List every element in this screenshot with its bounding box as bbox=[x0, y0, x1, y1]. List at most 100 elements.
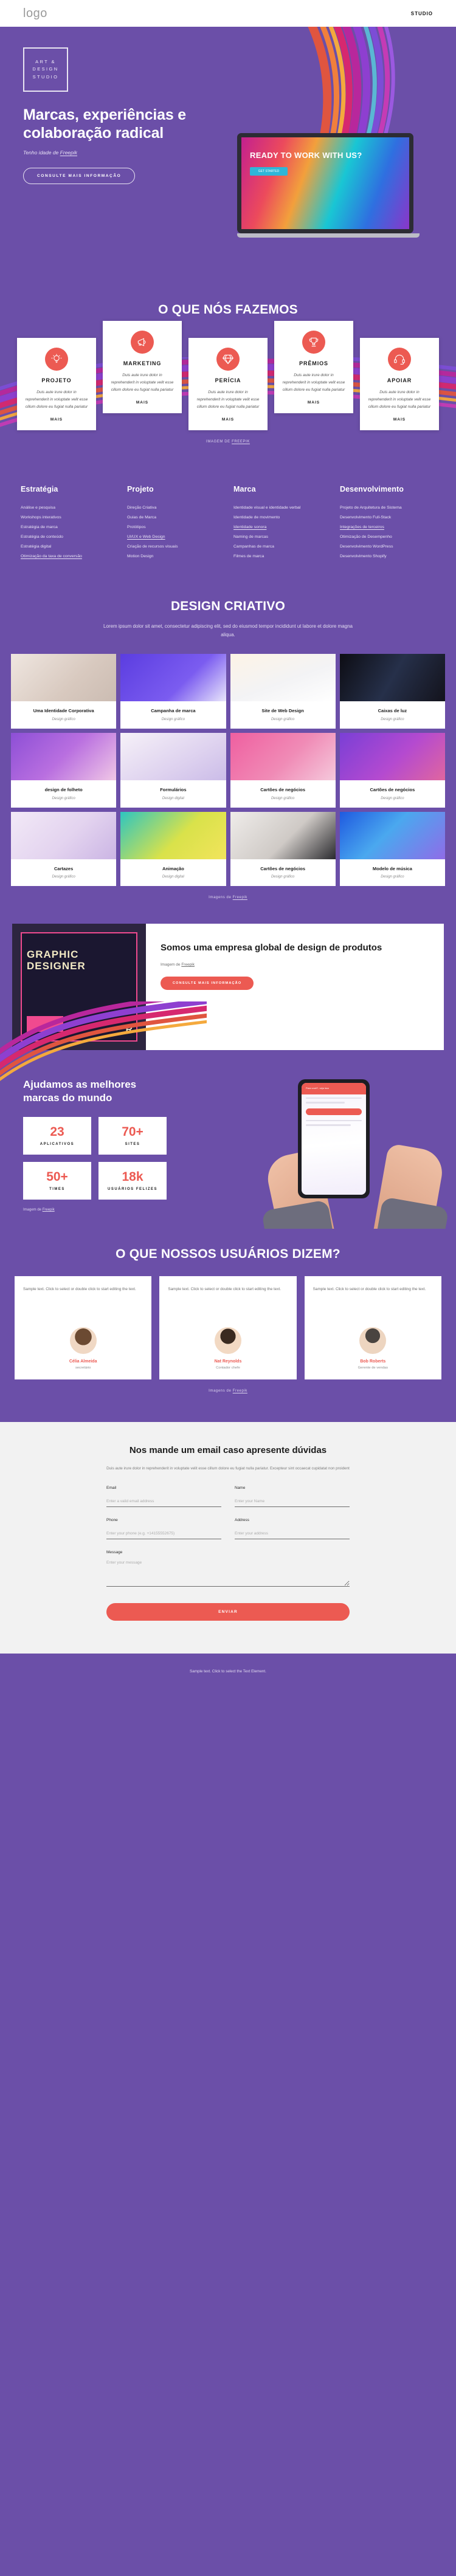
testimonial-card: Sample text. Click to select or double c… bbox=[159, 1276, 297, 1379]
about-cta-button[interactable]: CONSULTE MAIS INFORMAÇÃO bbox=[161, 977, 254, 991]
list-item[interactable]: Identidade de movimento bbox=[233, 513, 329, 523]
list-item[interactable]: Otimização da taxa de conversão bbox=[21, 552, 116, 562]
testimonial-text: Sample text. Click to select or double c… bbox=[23, 1286, 136, 1291]
service-more-link[interactable]: MAIS bbox=[196, 417, 260, 422]
portfolio-item[interactable]: Modelo de música Design gráfico bbox=[339, 811, 445, 887]
list-item[interactable]: Criação de recursos visuais bbox=[127, 542, 223, 552]
list-item[interactable]: Otimização de Desempenho bbox=[340, 532, 435, 542]
testimonials-credit-link[interactable]: Freepik bbox=[233, 1389, 247, 1393]
list-item[interactable]: Guias de Marca bbox=[127, 513, 223, 523]
testimonials-title: O QUE NOSSOS USUÁRIOS DIZEM? bbox=[116, 1246, 340, 1261]
portfolio-credit-link[interactable]: Freepik bbox=[233, 896, 247, 899]
portfolio-subtitle: Lorem ipsum dolor sit amet, consectetur … bbox=[103, 623, 353, 637]
list-item[interactable]: Desenvolvimento Shopify bbox=[340, 552, 435, 562]
list-item[interactable]: Identidade sonora bbox=[233, 523, 329, 532]
list-item[interactable]: Integrações de terceiros bbox=[340, 523, 435, 532]
list-item[interactable]: Identidade visual e identidade verbal bbox=[233, 503, 329, 513]
list-item[interactable]: Motion Design bbox=[127, 552, 223, 562]
email-input[interactable] bbox=[106, 1497, 221, 1507]
portfolio-item-title: Uma Identidade Corporativa bbox=[33, 707, 94, 713]
portfolio-item-title: Cartões de negócios bbox=[260, 865, 306, 871]
list-item[interactable]: Projeto de Arquitetura de Sistema bbox=[340, 503, 435, 513]
message-textarea[interactable] bbox=[106, 1558, 350, 1587]
portfolio-item-subtitle: Design gráfico bbox=[271, 717, 295, 721]
stats-credit-link[interactable]: Freepik bbox=[43, 1208, 55, 1212]
list-item[interactable]: Filmes de marca bbox=[233, 552, 329, 562]
column-heading: Desenvolvimento bbox=[340, 485, 404, 494]
portfolio-item[interactable]: design de folheto Design gráfico bbox=[11, 732, 117, 808]
portfolio-thumbnail bbox=[120, 653, 226, 701]
capability-list: Direção Criativa Guias de Marca Protótip… bbox=[127, 503, 223, 562]
phone-action-button[interactable] bbox=[306, 1108, 362, 1115]
service-more-link[interactable]: MAIS bbox=[111, 400, 174, 405]
portfolio-item[interactable]: Cartões de negócios Design gráfico bbox=[230, 811, 336, 887]
badge-line-2: DESIGN bbox=[32, 66, 59, 72]
about-credit-prefix: Imagem de bbox=[161, 963, 182, 967]
portfolio-item[interactable]: Animação Design digital bbox=[120, 811, 226, 887]
list-item[interactable]: Campanhas de marca bbox=[233, 542, 329, 552]
portfolio-item-subtitle: Design digital bbox=[162, 796, 184, 800]
laptop-screen: READY TO WORK WITH US? GET STARTED bbox=[237, 133, 413, 233]
service-card[interactable]: PERÍCIA Duis aute irure dolor in reprehe… bbox=[188, 338, 268, 431]
phone-field-group: Phone bbox=[106, 1518, 221, 1539]
laptop-cta-button[interactable]: GET STARTED bbox=[250, 167, 288, 176]
hero-credit-prefix: Tenho idade de bbox=[23, 149, 60, 156]
portfolio-item[interactable]: Cartazes Design gráfico bbox=[11, 811, 117, 887]
portfolio-grid: Uma Identidade Corporativa Design gráfico… bbox=[0, 653, 456, 887]
service-more-link[interactable]: MAIS bbox=[282, 400, 345, 405]
list-item[interactable]: Desenvolvimento WordPress bbox=[340, 542, 435, 552]
portfolio-item[interactable]: Caixas de luz Design gráfico bbox=[339, 653, 445, 729]
portfolio-section: DESIGN CRIATIVO Lorem ipsum dolor sit am… bbox=[0, 583, 456, 906]
list-item[interactable]: Protótipos bbox=[127, 523, 223, 532]
list-item[interactable]: Estratégia de conteúdo bbox=[21, 532, 116, 542]
portfolio-item[interactable]: Cartões de negócios Design gráfico bbox=[230, 732, 336, 808]
nav-item-studio[interactable]: STUDIO bbox=[411, 11, 433, 16]
portfolio-item-title: Modelo de música bbox=[372, 865, 412, 871]
about-credit-link[interactable]: Freepik bbox=[181, 963, 195, 967]
service-more-link[interactable]: MAIS bbox=[25, 417, 88, 422]
email-field-group: Email bbox=[106, 1486, 221, 1507]
column-heading: Marca bbox=[233, 485, 256, 494]
portfolio-item-subtitle: Design gráfico bbox=[161, 717, 185, 721]
capability-column-marca: Marca Identidade visual e identidade ver… bbox=[233, 485, 329, 562]
email-label: Email bbox=[106, 1485, 117, 1490]
service-card[interactable]: PRÊMIOS Duis aute irure dolor in reprehe… bbox=[274, 321, 353, 414]
list-item[interactable]: Estratégia digital bbox=[21, 542, 116, 552]
stat-value: 18k bbox=[122, 1169, 143, 1184]
list-item[interactable]: UI/UX e Web Design bbox=[127, 532, 223, 542]
list-item[interactable]: Workshops interativos bbox=[21, 513, 116, 523]
laptop-headline: READY TO WORK WITH US? bbox=[250, 151, 362, 160]
stat-label: TIMES bbox=[49, 1187, 65, 1191]
service-more-link[interactable]: MAIS bbox=[368, 417, 431, 422]
landing-page: logo STUDIO READY TO WORK WITH US? GET S… bbox=[0, 0, 456, 1689]
phone-input[interactable] bbox=[106, 1529, 221, 1539]
hero-title: Marcas, experiências e colaboração radic… bbox=[23, 106, 186, 142]
top-bar: logo STUDIO bbox=[0, 0, 456, 27]
name-input[interactable] bbox=[235, 1497, 350, 1507]
hero-credit-link[interactable]: Freepik bbox=[60, 149, 77, 156]
address-input[interactable] bbox=[235, 1529, 350, 1539]
portfolio-item[interactable]: Site de Web Design Design gráfico bbox=[230, 653, 336, 729]
hands-phone-image: Para você?, veja isso bbox=[260, 1074, 449, 1229]
service-card[interactable]: MARKETING Duis aute irure dolor in repre… bbox=[103, 321, 182, 414]
list-item[interactable]: Direção Criativa bbox=[127, 503, 223, 513]
service-card[interactable]: APOIAR Duis aute irure dolor in reprehen… bbox=[360, 338, 439, 431]
submit-button[interactable]: ENVIAR bbox=[106, 1602, 350, 1621]
list-item[interactable]: Desenvolvimento Full-Stack bbox=[340, 513, 435, 523]
portfolio-item-subtitle: Design gráfico bbox=[52, 796, 75, 800]
portfolio-item[interactable]: Uma Identidade Corporativa Design gráfico bbox=[11, 653, 117, 729]
portfolio-item[interactable]: Formulários Design digital bbox=[120, 732, 226, 808]
portfolio-item[interactable]: Cartões de negócios Design gráfico bbox=[339, 732, 445, 808]
hero-cta-button[interactable]: CONSULTE MAIS INFORMAÇÃO bbox=[23, 168, 136, 184]
hero-content: ART & DESIGN STUDIO Marcas, experiências… bbox=[0, 27, 201, 184]
list-item[interactable]: Naming de marcas bbox=[233, 532, 329, 542]
site-logo[interactable]: logo bbox=[23, 7, 47, 21]
list-item[interactable]: Estratégia de marca bbox=[21, 523, 116, 532]
about-credit: Imagem de Freepik bbox=[161, 963, 429, 967]
portfolio-item[interactable]: Campanha de marca Design gráfico bbox=[120, 653, 226, 729]
list-item[interactable]: Análise e pesquisa bbox=[21, 503, 116, 513]
portfolio-credit: Imagens de Freepik bbox=[0, 896, 456, 899]
service-card[interactable]: PROJETO Duis aute irure dolor in reprehe… bbox=[17, 338, 96, 431]
phone-mockup: Para você?, veja isso bbox=[298, 1079, 370, 1199]
portfolio-thumbnail bbox=[11, 732, 117, 780]
